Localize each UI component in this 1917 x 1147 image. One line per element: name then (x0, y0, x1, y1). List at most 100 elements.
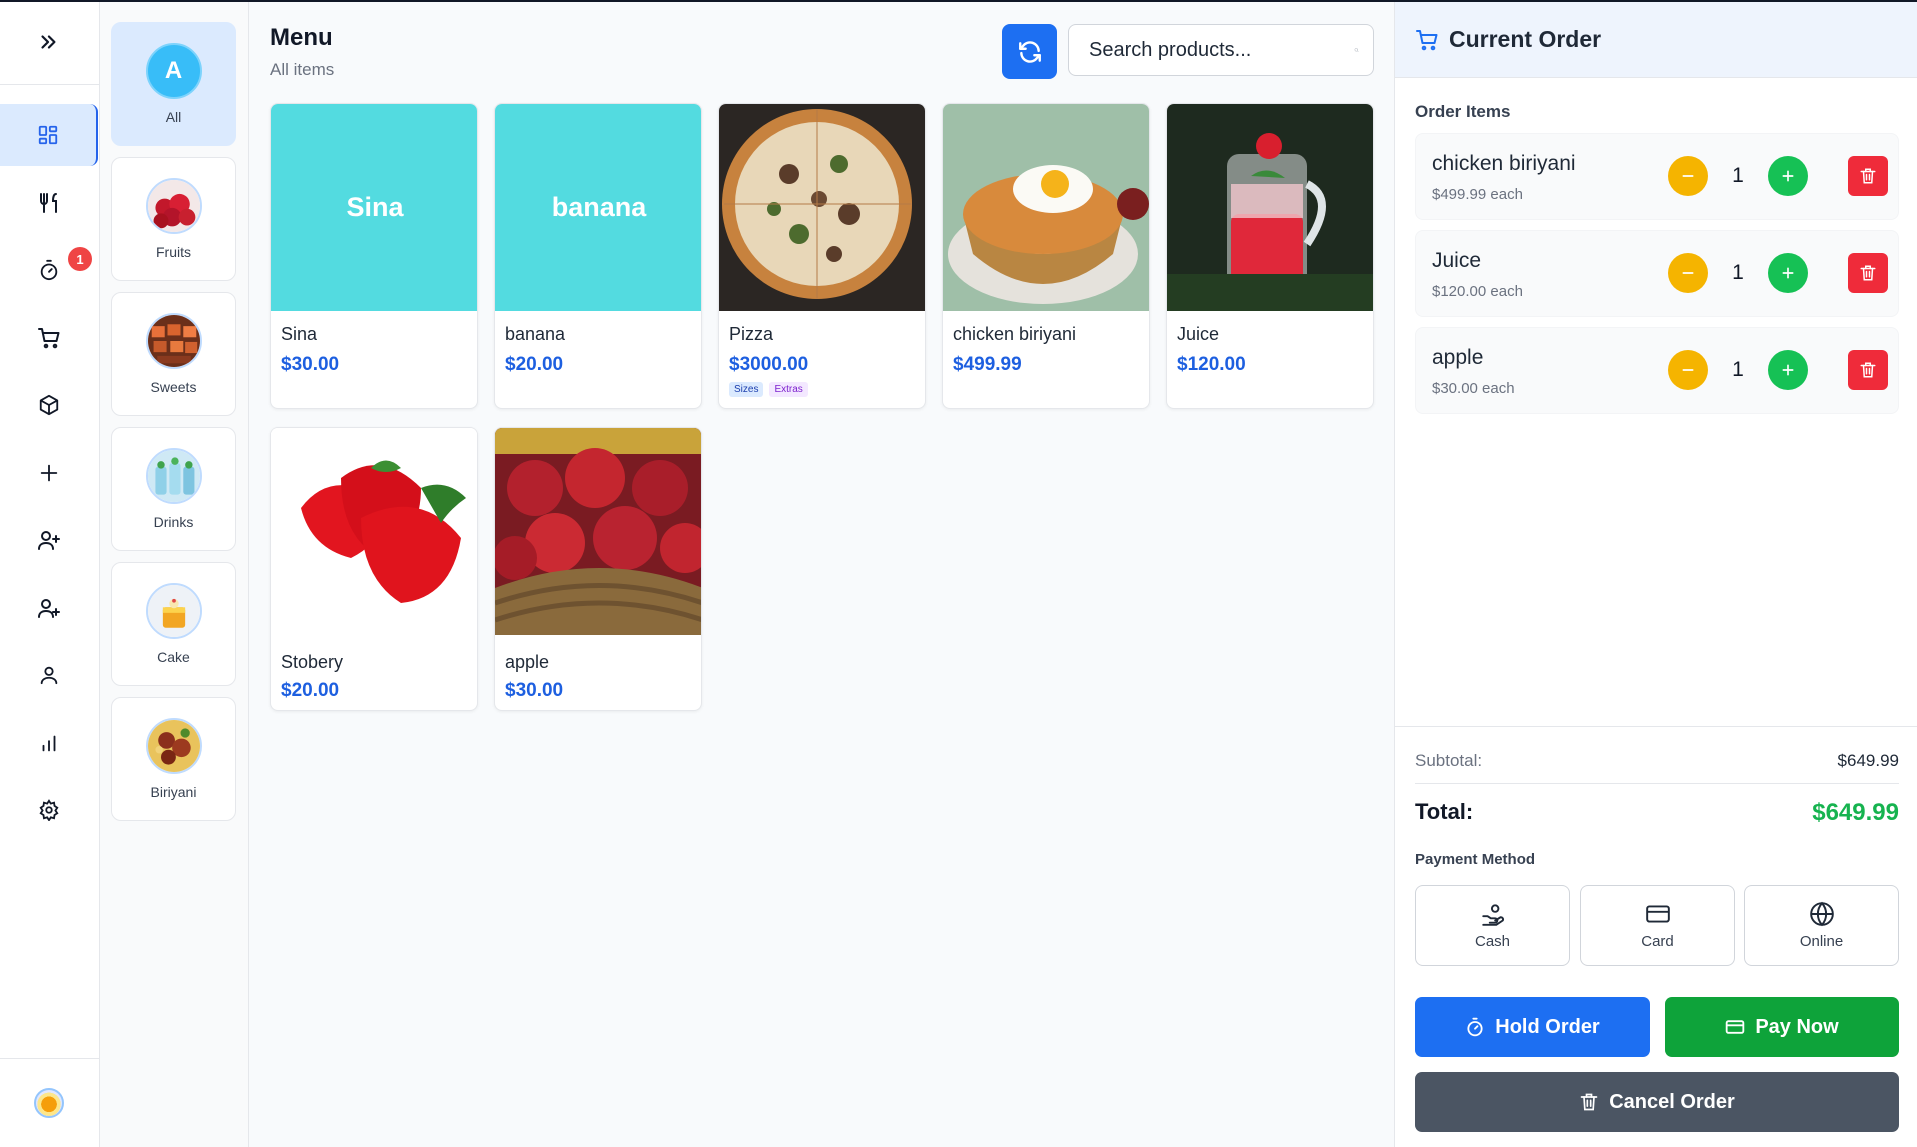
page-subtitle: All items (270, 60, 335, 79)
category-label: All (165, 109, 182, 125)
fruits-thumbnail (145, 178, 202, 234)
credit-card-icon (1726, 1020, 1745, 1034)
product-price: $30.00 (281, 354, 340, 375)
product-card-chicken-biriyani[interactable]: chicken biriyani $499.99 (942, 103, 1150, 409)
remove-item-button[interactable] (1848, 350, 1888, 390)
juice-image (1167, 104, 1373, 311)
trash-icon (1860, 265, 1876, 281)
pizza-image (719, 104, 925, 311)
category-cake[interactable]: Cake (111, 562, 236, 686)
increase-quantity-button[interactable] (1768, 350, 1808, 390)
order-item-unit-price: $120.00 each (1432, 283, 1523, 300)
product-name: apple (505, 652, 550, 672)
payment-cash-button[interactable]: Cash (1415, 885, 1570, 966)
refresh-button[interactable] (1002, 24, 1057, 79)
search-input[interactable] (1089, 38, 1354, 62)
order-item-quantity: 1 (1732, 358, 1744, 381)
product-tile-text: Sina (271, 104, 477, 311)
increase-quantity-button[interactable] (1768, 253, 1808, 293)
decrease-quantity-button[interactable] (1668, 350, 1708, 390)
product-card-apple[interactable]: apple $30.00 (494, 427, 702, 711)
category-sweets[interactable]: Sweets (111, 292, 236, 416)
product-price: $20.00 (281, 680, 340, 701)
sidebar-item-reports[interactable] (0, 712, 98, 774)
search-icon[interactable] (1354, 39, 1359, 61)
extras-tag: Extras (769, 382, 808, 397)
order-item-unit-price: $30.00 each (1432, 380, 1515, 397)
category-biriyani[interactable]: Biriyani (111, 697, 236, 821)
order-title: Current Order (1449, 26, 1602, 52)
payment-card-button[interactable]: Card (1580, 885, 1735, 966)
sidebar-item-dashboard[interactable] (0, 104, 98, 166)
decrease-quantity-button[interactable] (1668, 156, 1708, 196)
timer-icon (1467, 1017, 1483, 1037)
credit-card-icon (1645, 905, 1670, 923)
drinks-thumbnail (145, 448, 202, 504)
order-item-name: chicken biriyani (1432, 152, 1576, 175)
icon-sidebar: 1 (0, 2, 100, 1147)
hold-order-button[interactable]: Hold Order (1415, 997, 1650, 1057)
category-all[interactable]: A All (111, 22, 236, 146)
product-price: $499.99 (953, 354, 1022, 375)
payment-method-text: Cash (1474, 933, 1511, 950)
orders-badge: 1 (68, 247, 92, 271)
trash-icon (1580, 1093, 1598, 1111)
timer-icon (40, 259, 58, 281)
remove-item-button[interactable] (1848, 156, 1888, 196)
menu-main: Menu All items Sina Sina $30.00 banana b… (250, 2, 1394, 1147)
trash-icon (1860, 168, 1876, 184)
category-label: Biriyani (150, 784, 197, 800)
strawberry-image (271, 428, 477, 635)
sidebar-item-add-user[interactable] (0, 509, 98, 571)
apple-image (495, 428, 701, 635)
sidebar-item-menu[interactable] (0, 172, 98, 234)
pay-now-button[interactable]: Pay Now (1665, 997, 1899, 1057)
sidebar-toggle-button[interactable] (30, 24, 66, 60)
sidebar-item-add[interactable] (0, 442, 98, 504)
product-card-stobery[interactable]: Stobery $20.00 (270, 427, 478, 711)
sidebar-item-add-user-2[interactable] (0, 577, 98, 639)
payment-online-button[interactable]: Online (1744, 885, 1899, 966)
category-label: Fruits (156, 244, 191, 260)
trash-icon (1860, 362, 1876, 378)
user-avatar[interactable] (34, 1088, 64, 1118)
sidebar-item-orders[interactable]: 1 (0, 239, 98, 301)
order-item: Juice $120.00 each 1 (1415, 230, 1899, 317)
subtotal-label: Subtotal: (1415, 751, 1483, 770)
cancel-order-label: Cancel Order (1609, 1090, 1735, 1113)
sweets-thumbnail (145, 313, 202, 369)
order-item-unit-price: $499.99 each (1432, 186, 1523, 203)
product-name: Juice (1177, 324, 1220, 344)
sizes-tag: Sizes (729, 382, 764, 397)
search-box (1068, 24, 1374, 76)
increase-quantity-button[interactable] (1768, 156, 1808, 196)
product-card-sina[interactable]: Sina Sina $30.00 (270, 103, 478, 409)
sidebar-divider (0, 84, 100, 85)
product-card-pizza[interactable]: Pizza $3000.00 Sizes Extras (718, 103, 926, 409)
cart-icon (38, 328, 60, 349)
payment-method-text: Card (1641, 933, 1674, 950)
order-item-quantity: 1 (1732, 261, 1744, 284)
product-price: $30.00 (505, 680, 564, 701)
grid-icon (38, 125, 58, 145)
cash-hand-icon (1481, 904, 1504, 926)
remove-item-button[interactable] (1848, 253, 1888, 293)
category-drinks[interactable]: Drinks (111, 427, 236, 551)
cancel-order-button[interactable]: Cancel Order (1415, 1072, 1899, 1132)
product-card-banana[interactable]: banana banana $20.00 (494, 103, 702, 409)
order-item-name: apple (1432, 346, 1484, 369)
product-name: banana (505, 324, 566, 344)
sidebar-item-cart[interactable] (0, 307, 98, 369)
decrease-quantity-button[interactable] (1668, 253, 1708, 293)
subtotal-value: $649.99 (1837, 751, 1899, 770)
sidebar-item-settings[interactable] (0, 779, 98, 841)
user-plus-icon (38, 531, 60, 550)
order-summary: Subtotal: $649.99 Total: $649.99 Payment… (1395, 726, 1917, 1147)
order-item-quantity: 1 (1732, 164, 1744, 187)
biriyani-thumbnail (145, 718, 202, 774)
product-card-juice[interactable]: Juice $120.00 (1166, 103, 1374, 409)
sidebar-item-products[interactable] (0, 374, 98, 436)
hold-order-label: Hold Order (1495, 1015, 1600, 1038)
sidebar-item-profile[interactable] (0, 644, 98, 706)
category-fruits[interactable]: Fruits (111, 157, 236, 281)
